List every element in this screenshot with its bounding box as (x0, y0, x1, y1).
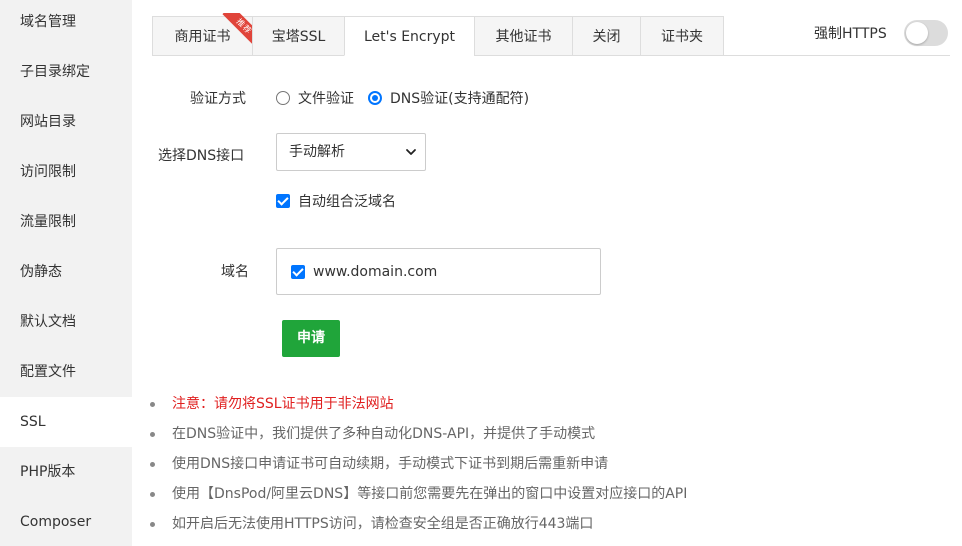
note-item-warning: 注意：请勿将SSL证书用于非法网站 (150, 393, 687, 423)
radio-circle (276, 91, 290, 105)
dns-interface-select[interactable]: 手动解析 (276, 133, 426, 171)
sidebar-item-composer[interactable]: Composer (0, 497, 132, 546)
sidebar-item-ssl[interactable]: SSL (0, 397, 132, 447)
tab-label: Let's Encrypt (363, 29, 456, 45)
sidebar-item-traffic-limit[interactable]: 流量限制 (0, 197, 132, 247)
ssl-tabs: 商用证书 推荐 宝塔SSL Let's Encrypt 其他证书 关闭 证书夹 (152, 13, 724, 56)
domain-name: www.domain.com (313, 264, 438, 280)
note-item: 使用【DnsPod/阿里云DNS】等接口前您需要先在弹出的窗口中设置对应接口的A… (150, 483, 687, 513)
verify-method-radios: 文件验证 DNS验证(支持通配符) (276, 88, 543, 108)
checkbox-checked (291, 265, 305, 279)
toggle-knob (905, 22, 928, 44)
tab-close[interactable]: 关闭 (572, 16, 640, 56)
chevron-down-icon (406, 149, 416, 155)
tab-other-cert[interactable]: 其他证书 (474, 16, 572, 56)
tab-commercial-cert[interactable]: 商用证书 推荐 (152, 13, 254, 56)
tab-label: 关闭 (592, 29, 621, 45)
sidebar-item-php-version[interactable]: PHP版本 (0, 447, 132, 497)
tab-baota-ssl[interactable]: 宝塔SSL (252, 16, 344, 56)
force-https-label: 强制HTTPS (814, 26, 887, 42)
sidebar-item-domain-management[interactable]: 域名管理 (0, 0, 132, 47)
radio-circle-checked (368, 91, 382, 105)
sidebar-item-site-directory[interactable]: 网站目录 (0, 97, 132, 147)
verify-method-label: 验证方式 (190, 91, 246, 107)
sidebar-item-rewrite[interactable]: 伪静态 (0, 247, 132, 297)
sidebar: 域名管理 子目录绑定 网站目录 访问限制 流量限制 伪静态 默认文档 配置文件 … (0, 0, 132, 546)
recommend-badge: 推荐 (218, 13, 254, 49)
domain-list: www.domain.com (276, 248, 601, 295)
tab-cert-folder[interactable]: 证书夹 (640, 16, 724, 56)
tab-divider (724, 55, 950, 56)
tab-label: 其他证书 (495, 29, 552, 45)
sidebar-item-access-limit[interactable]: 访问限制 (0, 147, 132, 197)
checkbox-checked (276, 194, 290, 208)
note-item: 在DNS验证中，我们提供了多种自动化DNS-API，并提供了手动模式 (150, 423, 687, 453)
tab-label: 证书夹 (661, 29, 703, 45)
sidebar-item-default-document[interactable]: 默认文档 (0, 297, 132, 347)
sidebar-item-config-file[interactable]: 配置文件 (0, 347, 132, 397)
domain-checkbox[interactable]: www.domain.com (291, 264, 437, 280)
notes-list: 注意：请勿将SSL证书用于非法网站 在DNS验证中，我们提供了多种自动化DNS-… (150, 393, 687, 543)
domain-label: 域名 (221, 264, 249, 280)
auto-wildcard-checkbox[interactable]: 自动组合泛域名 (276, 191, 396, 211)
tab-lets-encrypt[interactable]: Let's Encrypt (344, 16, 474, 56)
apply-button[interactable]: 申请 (282, 320, 340, 357)
dns-interface-label: 选择DNS接口 (158, 148, 245, 164)
radio-file-verify[interactable]: 文件验证 (276, 88, 354, 108)
tab-label: 宝塔SSL (271, 29, 326, 45)
sidebar-item-subdirectory-binding[interactable]: 子目录绑定 (0, 47, 132, 97)
checkbox-label: 自动组合泛域名 (298, 194, 396, 210)
force-https: 强制HTTPS (814, 20, 948, 46)
radio-label: 文件验证 (298, 91, 354, 107)
select-value: 手动解析 (289, 144, 345, 160)
force-https-toggle[interactable] (903, 20, 948, 46)
radio-dns-verify[interactable]: DNS验证(支持通配符) (368, 88, 529, 108)
note-item: 如开启后无法使用HTTPS访问，请检查安全组是否正确放行443端口 (150, 513, 687, 543)
note-item: 使用DNS接口申请证书可自动续期，手动模式下证书到期后需重新申请 (150, 453, 687, 483)
radio-label: DNS验证(支持通配符) (390, 91, 530, 107)
